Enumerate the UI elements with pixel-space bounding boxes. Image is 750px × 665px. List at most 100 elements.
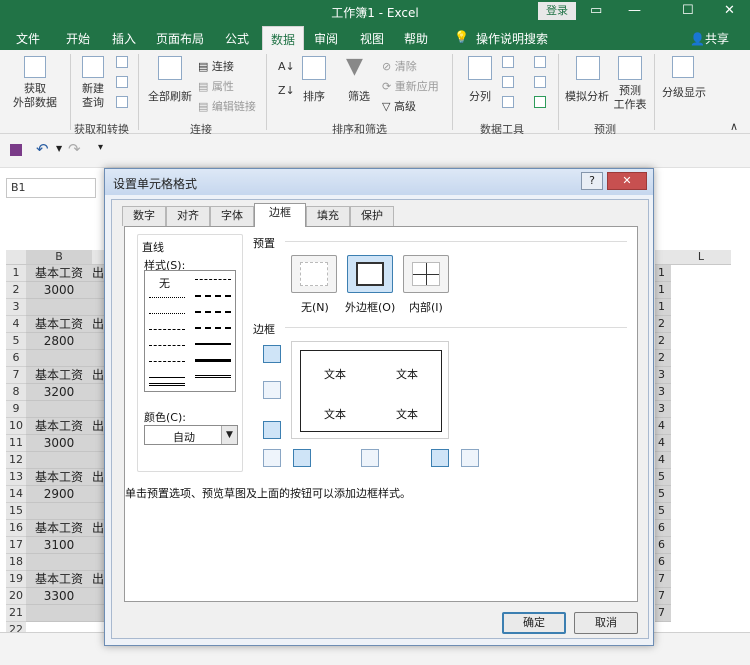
cell-k[interactable]: 3 bbox=[655, 367, 671, 384]
flash-fill-icon[interactable] bbox=[502, 56, 514, 68]
line-style-thin[interactable] bbox=[149, 377, 185, 378]
cell-b[interactable] bbox=[26, 605, 92, 622]
show-queries-icon[interactable] bbox=[116, 56, 128, 68]
save-icon[interactable] bbox=[10, 144, 22, 156]
cell-k[interactable]: 6 bbox=[655, 537, 671, 554]
sort-ascending-icon[interactable]: A↓ bbox=[278, 60, 295, 73]
line-style-dotted[interactable] bbox=[149, 313, 185, 314]
get-external-data-button[interactable]: 获取 外部数据 bbox=[6, 82, 64, 110]
row-header[interactable]: 6 bbox=[6, 350, 26, 367]
cell-k[interactable]: 4 bbox=[655, 435, 671, 452]
cell-k[interactable]: 1 bbox=[655, 282, 671, 299]
sort-button[interactable]: 排序 bbox=[300, 88, 328, 104]
data-validation-icon[interactable] bbox=[502, 96, 514, 108]
forecast-sheet-button[interactable]: 预测 工作表 bbox=[612, 84, 648, 112]
tab-protection[interactable]: 保护 bbox=[350, 206, 394, 226]
border-top-button[interactable] bbox=[263, 345, 281, 363]
tab-home[interactable]: 开始 bbox=[66, 30, 90, 47]
filter-button[interactable]: 筛选 bbox=[344, 88, 374, 104]
close-window-button[interactable]: ✕ bbox=[724, 3, 735, 18]
row-header[interactable]: 15 bbox=[6, 503, 26, 520]
cell-b[interactable]: 3100 bbox=[26, 537, 92, 554]
tab-view[interactable]: 视图 bbox=[360, 30, 384, 47]
cell-k[interactable]: 6 bbox=[655, 554, 671, 571]
cell-b[interactable] bbox=[26, 554, 92, 571]
connections-button[interactable]: ▤ 连接 bbox=[198, 58, 234, 74]
new-query-button[interactable]: 新建 查询 bbox=[74, 82, 112, 110]
tab-page-layout[interactable]: 页面布局 bbox=[156, 30, 204, 47]
line-style-double[interactable] bbox=[149, 383, 185, 386]
cell-b[interactable]: 2800 bbox=[26, 333, 92, 350]
cell-b[interactable] bbox=[26, 452, 92, 469]
maximize-button[interactable]: ☐ bbox=[682, 3, 694, 18]
row-header[interactable]: 4 bbox=[6, 316, 26, 333]
border-diagonal-down-button[interactable] bbox=[461, 449, 479, 467]
cell-b[interactable]: 3000 bbox=[26, 435, 92, 452]
refresh-all-button[interactable]: 全部刷新 bbox=[144, 88, 196, 104]
row-header[interactable]: 12 bbox=[6, 452, 26, 469]
row-header[interactable]: 1 bbox=[6, 265, 26, 282]
cell-k[interactable]: 5 bbox=[655, 503, 671, 520]
undo-icon[interactable]: ↶ bbox=[36, 140, 49, 158]
color-dropdown[interactable]: 自动 ▼ bbox=[144, 425, 238, 445]
chevron-down-icon[interactable]: ▼ bbox=[221, 426, 237, 444]
data-model-icon[interactable] bbox=[534, 96, 546, 108]
sort-descending-icon[interactable]: Z↓ bbox=[278, 84, 295, 97]
cell-b[interactable]: 3000 bbox=[26, 282, 92, 299]
cell-k[interactable]: 1 bbox=[655, 299, 671, 316]
text-to-columns-button[interactable]: 分列 bbox=[462, 88, 498, 104]
cell-b[interactable] bbox=[26, 350, 92, 367]
cell-k[interactable]: 1 bbox=[655, 265, 671, 282]
cell-b[interactable]: 基本工资 bbox=[26, 418, 92, 435]
row-header[interactable]: 3 bbox=[6, 299, 26, 316]
line-style-medium-dash-dot-dot[interactable] bbox=[195, 279, 231, 280]
cell-b[interactable]: 基本工资 bbox=[26, 571, 92, 588]
ribbon-display-icon[interactable]: ▭ bbox=[590, 3, 602, 18]
cell-k[interactable]: 7 bbox=[655, 571, 671, 588]
tab-alignment[interactable]: 对齐 bbox=[166, 206, 210, 226]
reapply-button[interactable]: ⟳ 重新应用 bbox=[382, 78, 439, 94]
row-header[interactable]: 21 bbox=[6, 605, 26, 622]
border-inside-vertical-button[interactable] bbox=[361, 449, 379, 467]
row-header[interactable]: 13 bbox=[6, 469, 26, 486]
column-header-k[interactable] bbox=[655, 250, 671, 265]
edit-links-button[interactable]: ▤ 编辑链接 bbox=[198, 98, 256, 114]
ok-button[interactable]: 确定 bbox=[502, 612, 566, 634]
cell-b[interactable]: 3300 bbox=[26, 588, 92, 605]
row-header[interactable]: 9 bbox=[6, 401, 26, 418]
recent-sources-icon[interactable] bbox=[116, 96, 128, 108]
tab-formulas[interactable]: 公式 bbox=[225, 30, 249, 47]
cell-k[interactable]: 3 bbox=[655, 384, 671, 401]
tab-font[interactable]: 字体 bbox=[210, 206, 254, 226]
tell-me-search[interactable]: 操作说明搜索 bbox=[476, 30, 548, 47]
row-header[interactable]: 14 bbox=[6, 486, 26, 503]
row-header[interactable]: 5 bbox=[6, 333, 26, 350]
cell-k[interactable]: 4 bbox=[655, 418, 671, 435]
line-style-dashed[interactable] bbox=[149, 361, 185, 362]
row-header[interactable]: 20 bbox=[6, 588, 26, 605]
cell-k[interactable]: 5 bbox=[655, 486, 671, 503]
row-header[interactable]: 8 bbox=[6, 384, 26, 401]
border-inside-horizontal-button[interactable] bbox=[263, 381, 281, 399]
clear-button[interactable]: ⊘ 清除 bbox=[382, 58, 417, 74]
row-header[interactable]: 19 bbox=[6, 571, 26, 588]
line-style-hair[interactable] bbox=[149, 297, 185, 298]
cell-k[interactable]: 2 bbox=[655, 333, 671, 350]
line-style-medium[interactable] bbox=[195, 343, 231, 345]
cell-b[interactable] bbox=[26, 503, 92, 520]
cell-k[interactable]: 7 bbox=[655, 605, 671, 622]
select-all-corner[interactable] bbox=[6, 250, 26, 265]
cell-k[interactable]: 3 bbox=[655, 401, 671, 418]
tab-review[interactable]: 审阅 bbox=[314, 30, 338, 47]
cell-b[interactable]: 基本工资 bbox=[26, 316, 92, 333]
border-diagonal-up-button[interactable] bbox=[263, 449, 281, 467]
cell-b[interactable] bbox=[26, 401, 92, 418]
minimize-button[interactable]: — bbox=[628, 3, 641, 18]
properties-button[interactable]: ▤ 属性 bbox=[198, 78, 234, 94]
consolidate-icon[interactable] bbox=[534, 56, 546, 68]
line-style-list[interactable]: 无 bbox=[144, 270, 236, 392]
border-right-button[interactable] bbox=[431, 449, 449, 467]
preset-outline-button[interactable] bbox=[347, 255, 393, 293]
from-table-icon[interactable] bbox=[116, 76, 128, 88]
tab-border[interactable]: 边框 bbox=[254, 203, 306, 227]
